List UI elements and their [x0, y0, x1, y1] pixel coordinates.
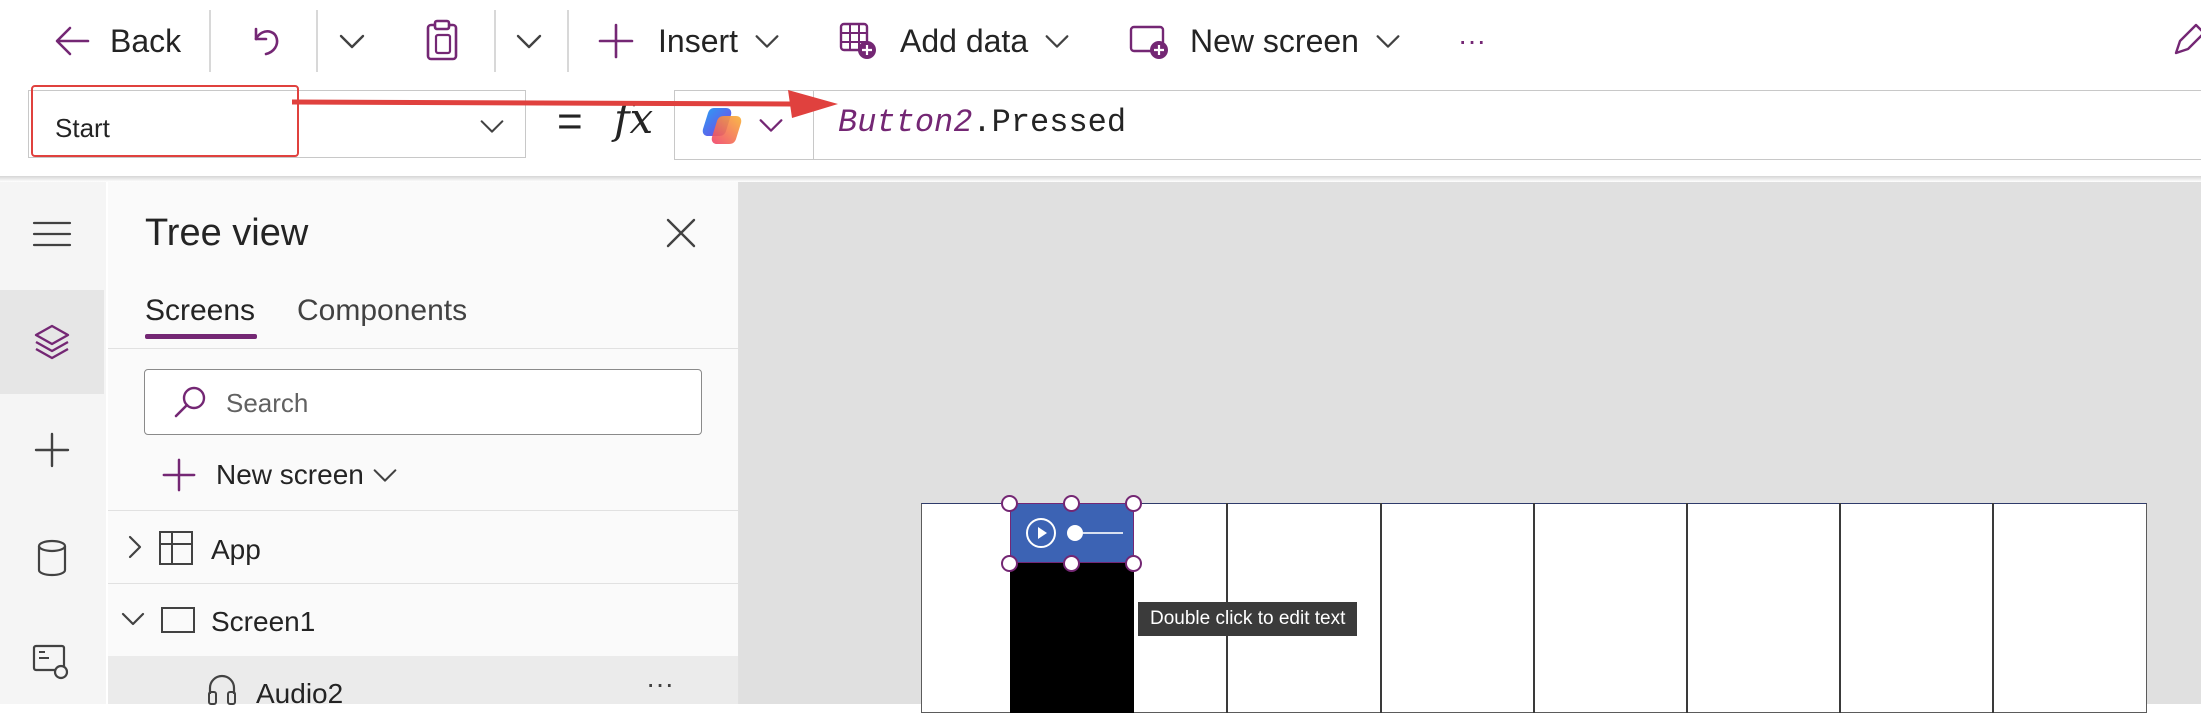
toolbar-separator [494, 10, 496, 72]
new-screen-tree-button[interactable] [160, 456, 198, 494]
add-table-icon [838, 21, 878, 61]
tab-selected-indicator [145, 334, 257, 339]
tree-view-title: Tree view [145, 212, 309, 254]
tree-node-screen1[interactable] [108, 584, 738, 654]
tree-node-app[interactable] [108, 512, 738, 582]
copilot-icon [700, 104, 744, 148]
command-bar: Back Insert Add data New screen ··· [0, 0, 2201, 82]
undo-icon [246, 21, 286, 61]
formula-text[interactable]: Button2.Pressed [838, 104, 1126, 141]
media-rail-button[interactable] [0, 610, 104, 714]
chevron-down-icon[interactable] [120, 608, 146, 635]
tab-divider [108, 348, 738, 349]
screen-icon [160, 606, 196, 639]
undo-button[interactable] [246, 0, 286, 82]
insert-rail-button[interactable] [0, 398, 104, 502]
chevron-down-icon [756, 110, 786, 140]
more-options-icon[interactable]: ··· [646, 668, 674, 700]
left-rail [0, 182, 106, 704]
close-panel-button[interactable] [664, 216, 698, 250]
new-screen-label: New screen [1190, 22, 1359, 59]
seek-thumb[interactable] [1067, 525, 1083, 541]
chevron-down-icon[interactable] [370, 460, 400, 495]
add-data-button[interactable]: Add data [838, 0, 1072, 82]
chevron-right-icon[interactable] [124, 534, 146, 565]
tab-screens[interactable]: Screens [145, 294, 255, 328]
resize-handle[interactable] [1001, 555, 1018, 572]
clipboard-icon [422, 19, 462, 63]
seek-track[interactable] [1083, 532, 1123, 534]
hamburger-icon [32, 219, 72, 249]
chevron-down-icon [477, 111, 507, 141]
play-icon [1025, 517, 1057, 549]
plus-icon [32, 430, 72, 470]
fx-icon[interactable]: fx [614, 94, 653, 143]
chevron-down-icon [513, 25, 545, 57]
grid-column-divider [1533, 503, 1535, 713]
chevron-down-icon [336, 25, 368, 57]
data-rail-button[interactable] [0, 506, 104, 610]
insert-label: Insert [658, 22, 739, 59]
more-commands-button[interactable]: ··· [1458, 0, 1486, 82]
database-icon [35, 538, 69, 578]
formula-control-name: Button2 [838, 104, 973, 141]
app-icon [158, 530, 194, 571]
media-icon [31, 642, 73, 682]
tree-node-audio2[interactable] [108, 656, 738, 704]
close-icon [664, 216, 698, 250]
plus-icon [160, 456, 198, 494]
tree-node-app-label: App [211, 534, 261, 565]
equals-sign: = [557, 97, 583, 146]
audio2-control[interactable] [1010, 503, 1134, 563]
new-screen-icon [1128, 21, 1170, 61]
pencil-icon [2168, 21, 2201, 61]
plus-icon [596, 21, 636, 61]
insert-button[interactable]: Insert [596, 0, 782, 82]
grid-column-divider [1380, 503, 1382, 713]
copilot-button[interactable] [700, 104, 744, 148]
grid-column-divider [1992, 503, 1994, 713]
new-screen-tree-label: New screen [216, 459, 364, 490]
undo-dropdown-button[interactable] [336, 0, 368, 82]
add-data-label: Add data [900, 22, 1029, 59]
search-placeholder: Search [226, 388, 309, 418]
tab-components[interactable]: Components [297, 294, 467, 328]
chevron-down-icon [1373, 26, 1403, 56]
copilot-dropdown-button[interactable] [756, 110, 786, 140]
video-control[interactable] [1010, 563, 1134, 713]
headphones-icon [206, 672, 238, 711]
resize-handle[interactable] [1001, 495, 1018, 512]
edit-text-tooltip: Double click to edit text [1138, 602, 1358, 636]
formula-property-name: .Pressed [972, 104, 1127, 141]
layers-icon [32, 322, 72, 362]
grid-column-divider [1839, 503, 1841, 713]
back-arrow-icon [52, 21, 92, 61]
toolbar-separator [567, 10, 569, 72]
grid-column-divider [1686, 503, 1688, 713]
more-icon: ··· [1458, 25, 1486, 56]
back-button[interactable]: Back [52, 0, 181, 82]
tree-node-audio2-label: Audio2 [256, 678, 344, 709]
search-icon [172, 384, 208, 425]
paste-dropdown-button[interactable] [513, 0, 545, 82]
resize-handle[interactable] [1063, 555, 1080, 572]
new-screen-button[interactable]: New screen [1128, 0, 1403, 82]
toolbar-separator [209, 10, 211, 72]
formula-separator [813, 90, 814, 160]
resize-handle[interactable] [1063, 495, 1080, 512]
chevron-down-icon [1042, 26, 1072, 56]
resize-handle[interactable] [1125, 555, 1142, 572]
toolbar-separator [316, 10, 318, 72]
annotation-highlight-box [31, 85, 299, 157]
tree-view-button[interactable] [0, 290, 104, 394]
chevron-down-icon [752, 26, 782, 56]
back-label: Back [110, 22, 182, 59]
tree-divider [108, 510, 738, 511]
hamburger-menu-button[interactable] [0, 182, 104, 286]
paste-button[interactable] [422, 0, 462, 82]
tree-node-screen1-label: Screen1 [211, 606, 316, 637]
edit-button[interactable] [2168, 0, 2201, 82]
resize-handle[interactable] [1125, 495, 1142, 512]
